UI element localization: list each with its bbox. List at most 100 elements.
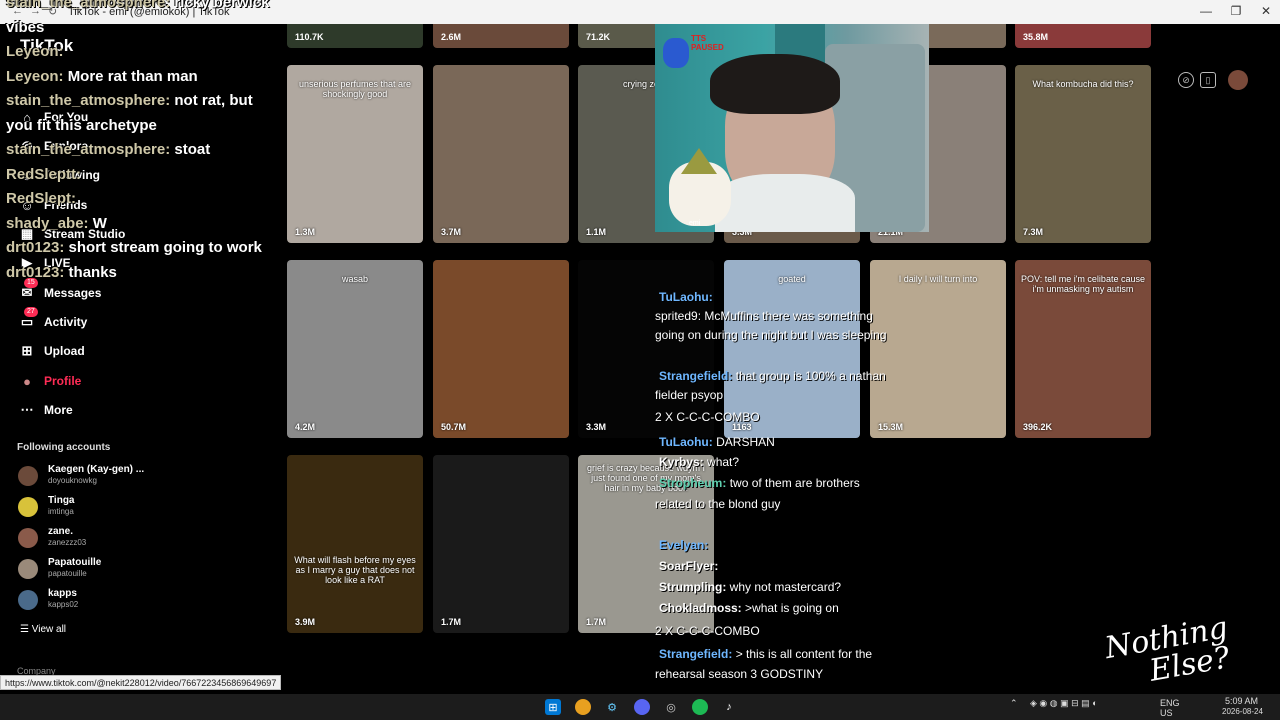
video-caption: goated bbox=[778, 274, 806, 284]
chat-message: Strangefield: that group is 100% a natha… bbox=[659, 369, 886, 383]
view-count: 3.9M bbox=[295, 617, 316, 627]
chat-text: not rat, but bbox=[174, 92, 253, 109]
device-icon[interactable]: ▯ bbox=[1200, 72, 1216, 88]
chat-text: what? bbox=[707, 455, 740, 469]
video-tile[interactable]: I daily I will turn into 15.3M bbox=[870, 260, 1006, 438]
chat-username: Evelyan: bbox=[659, 538, 709, 552]
sidebar-item-more[interactable]: ⋯ More bbox=[18, 399, 73, 421]
chat-text: vibes bbox=[6, 18, 45, 36]
chat-message: Kyrbys: what? bbox=[659, 455, 739, 469]
maximize-button[interactable]: ❐ bbox=[1226, 4, 1246, 18]
tts-label: TTS PAUSED bbox=[691, 34, 724, 52]
view-count: 7.3M bbox=[1023, 227, 1044, 237]
video-tile[interactable]: 3.7M bbox=[433, 65, 569, 243]
chat-message: SoarFlyer: bbox=[659, 559, 718, 573]
video-tile[interactable]: POV: tell me i'm celibate cause i'm unma… bbox=[1015, 260, 1151, 438]
tray-chevron-icon[interactable]: ⌃ bbox=[1010, 698, 1018, 709]
chat-text: thanks bbox=[68, 263, 117, 281]
stream-chat-message: you fit this archetype bbox=[6, 117, 157, 134]
chat-message: Stropheum: two of them are brothers bbox=[659, 476, 860, 490]
clock-date[interactable]: 2026-08-24 bbox=[1222, 707, 1263, 716]
chat-text: why not mastercard? bbox=[729, 580, 842, 594]
chat-username: Strumpling: bbox=[659, 580, 727, 594]
chat-username: RedSleptt: bbox=[6, 165, 81, 183]
minimize-button[interactable]: — bbox=[1196, 4, 1216, 18]
chat-text: 2 X C-C-C-COMBO bbox=[655, 624, 760, 638]
avatar bbox=[18, 528, 38, 548]
coins-icon[interactable]: ⊘ bbox=[1178, 72, 1194, 88]
avatar bbox=[18, 590, 38, 610]
video-tile[interactable]: What will flash before my eyes as I marr… bbox=[287, 455, 423, 633]
video-caption: What kombucha did this? bbox=[1032, 79, 1134, 89]
stream-chat-message: stain_the_atmosphere: ricky berwick bbox=[6, 0, 269, 11]
sidebar-item-upload[interactable]: ⊞ Upload bbox=[18, 340, 85, 362]
language-indicator[interactable]: ENG US bbox=[1160, 698, 1190, 718]
chat-message: Strumpling: why not mastercard? bbox=[659, 580, 841, 594]
stream-chat-message: drt0123: short stream going to work bbox=[6, 239, 262, 256]
sidebar-item-profile[interactable]: ● Profile bbox=[18, 370, 81, 392]
obs-icon[interactable]: ◎ bbox=[663, 699, 679, 715]
notification-badge: 27 bbox=[24, 307, 38, 317]
chat-message: TuLaohu: bbox=[659, 290, 713, 304]
video-caption: What will flash before my eyes as I marr… bbox=[294, 555, 416, 585]
chat-text: related to the blond guy bbox=[655, 497, 781, 511]
sidebar-item-label: Activity bbox=[44, 315, 88, 329]
view-all-label: View all bbox=[31, 624, 67, 635]
chat-username: Leyeon: bbox=[6, 43, 64, 60]
chat-username: Leyeon: bbox=[6, 67, 64, 85]
sidebar-item-label: Profile bbox=[44, 374, 82, 388]
taskbar: ⊞ ⚙ ◎ ♪ ⌃ ◈ ◉ ◍ ▣ ⊟ ▤ ◐ ENG US 5:09 AM 2… bbox=[0, 694, 1280, 720]
spotify-icon[interactable] bbox=[692, 699, 708, 715]
video-tile[interactable]: 35.8M bbox=[1015, 24, 1151, 48]
view-count: 35.8M bbox=[1023, 32, 1049, 42]
chrome-icon[interactable] bbox=[575, 699, 591, 715]
account-name: Tinga bbox=[48, 495, 75, 506]
video-tile[interactable]: 2.6M bbox=[433, 24, 569, 48]
video-caption: unserious perfumes that are shockingly g… bbox=[298, 79, 412, 99]
video-tile[interactable]: What kombucha did this? 7.3M bbox=[1015, 65, 1151, 243]
following-account[interactable]: Tinga imtinga bbox=[18, 493, 148, 521]
chat-text: rehearsal season 3 GODSTINY bbox=[655, 667, 824, 681]
steam-icon[interactable]: ⚙ bbox=[604, 699, 620, 715]
chat-text: > this is all content for the bbox=[735, 647, 873, 661]
following-account[interactable]: Kaegen (Kay-gen) ... doyouknowkg bbox=[18, 462, 148, 490]
account-name: kapps bbox=[48, 588, 77, 599]
account-handle: zanezzz03 bbox=[48, 538, 87, 547]
chat-text: fielder psyop bbox=[655, 388, 724, 402]
close-button[interactable]: ✕ bbox=[1256, 4, 1276, 18]
account-handle: kapps02 bbox=[48, 600, 79, 609]
chat-message: TuLaohu: DARSHAN bbox=[659, 435, 775, 449]
discord-icon[interactable] bbox=[634, 699, 650, 715]
video-caption: I daily I will turn into bbox=[898, 274, 978, 284]
chat-username: shady_abe: bbox=[6, 214, 89, 232]
chat-username: Strangefield: bbox=[659, 647, 733, 661]
tray-icons[interactable]: ◈ ◉ ◍ ▣ ⊟ ▤ ◐ bbox=[1030, 698, 1160, 709]
following-account[interactable]: zane. zanezzz03 bbox=[18, 524, 148, 552]
video-tile[interactable]: 50.7M bbox=[433, 260, 569, 438]
profile-avatar[interactable] bbox=[1228, 70, 1248, 90]
stream-chat-message: RedSlept: bbox=[6, 190, 76, 207]
streamer-hair bbox=[710, 54, 840, 114]
chat-message: fielder psyop bbox=[655, 388, 723, 402]
clock-time[interactable]: 5:09 AM bbox=[1225, 696, 1258, 706]
account-name: Papatouille bbox=[48, 557, 102, 568]
tiktok-taskbar-icon[interactable]: ♪ bbox=[721, 699, 737, 715]
avatar bbox=[18, 466, 38, 486]
chat-text: >what is going on bbox=[745, 601, 839, 615]
chat-username: Stropheum: bbox=[659, 476, 727, 490]
account-name: zane. bbox=[48, 526, 74, 537]
avatar bbox=[18, 559, 38, 579]
chat-text: 2 X C-C-C-COMBO bbox=[655, 410, 760, 424]
view-count: 3.3M bbox=[586, 422, 607, 432]
chat-username: TuLaohu: bbox=[659, 290, 713, 304]
view-count: 1.7M bbox=[441, 617, 462, 627]
stream-chat-message: RedSleptt: bbox=[6, 166, 81, 183]
following-account[interactable]: Papatouille papatouille bbox=[18, 555, 148, 583]
video-tile[interactable]: 1.7M bbox=[433, 455, 569, 633]
view-all-link[interactable]: ☰ View all bbox=[20, 624, 66, 635]
account-handle: papatouille bbox=[48, 569, 87, 578]
webcam-overlay: TTS PAUSED emi bbox=[655, 24, 929, 232]
windows-start-icon[interactable]: ⊞ bbox=[545, 699, 561, 715]
following-account[interactable]: kapps kapps02 bbox=[18, 586, 148, 614]
avatar bbox=[18, 497, 38, 517]
